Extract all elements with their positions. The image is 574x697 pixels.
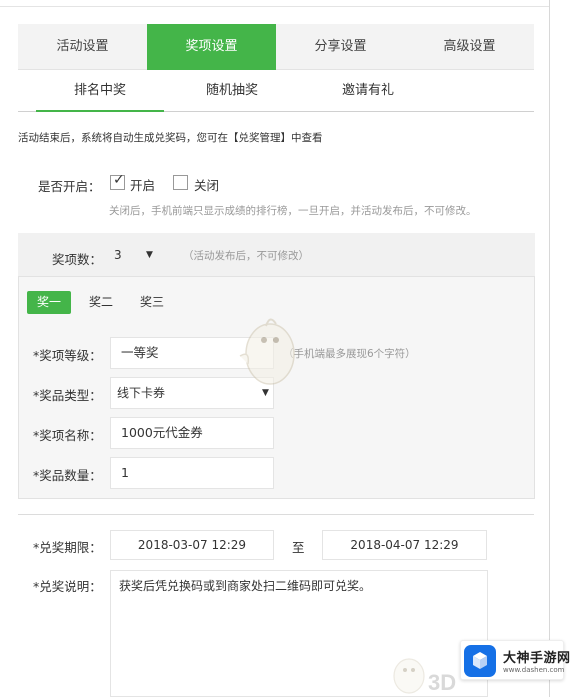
prize-type-label: *奖品类型： — [33, 388, 102, 403]
brand-badge: 大神手游网 www.dashen.com — [460, 640, 570, 680]
sub-tab-bar: 排名中奖 随机抽奖 邀请有礼 — [18, 70, 534, 112]
prize-type-value: 线下卡券 — [117, 386, 166, 400]
watermark-3d-text: 3D — [428, 670, 457, 695]
prize-count-label: 奖项数： — [52, 252, 103, 267]
chevron-down-icon: ▼ — [146, 250, 153, 260]
enable-off-label: 关闭 — [194, 178, 220, 193]
redeem-desc-label: *兑奖说明： — [33, 579, 102, 594]
redeem-to-label: 至 — [292, 540, 305, 555]
brand-site: www.dashen.com — [503, 666, 565, 674]
prize-name-input[interactable]: 1000元代金券 — [110, 417, 274, 449]
subtab-rank-prize[interactable]: 排名中奖 — [36, 70, 164, 112]
tab-prize-settings[interactable]: 奖项设置 — [147, 24, 276, 70]
section-divider — [18, 514, 534, 515]
enable-on-checkbox[interactable]: ✓ — [110, 172, 125, 190]
tab-share-settings[interactable]: 分享设置 — [276, 24, 405, 70]
prize-qty-input[interactable]: 1 — [110, 457, 274, 489]
prize-count-value: 3 — [114, 248, 122, 262]
subtab-random-draw[interactable]: 随机抽奖 — [168, 70, 296, 112]
prize-tab-1[interactable]: 奖一 — [27, 291, 71, 314]
tab-advanced-settings[interactable]: 高级设置 — [405, 24, 534, 70]
top-border — [0, 6, 549, 7]
main-tab-bar: 活动设置 奖项设置 分享设置 高级设置 — [18, 24, 534, 70]
watermark-bird-small-icon — [393, 658, 425, 694]
watermark-bird-icon — [239, 318, 295, 385]
prize-count-select[interactable]: 3 ▼ — [110, 246, 158, 266]
prize-tab-2[interactable]: 奖二 — [81, 291, 121, 314]
enable-on-label: 开启 — [130, 178, 156, 193]
enable-off-checkbox[interactable] — [173, 175, 188, 190]
subtab-invite-gift[interactable]: 邀请有礼 — [304, 70, 432, 112]
redeem-end-date[interactable]: 2018-04-07 12:29 — [322, 530, 487, 560]
brand-logo-icon — [464, 645, 496, 677]
prize-level-label: *奖项等级： — [33, 348, 102, 363]
prize-qty-label: *奖品数量： — [33, 468, 102, 483]
redeem-start-date[interactable]: 2018-03-07 12:29 — [110, 530, 274, 560]
check-icon: ✓ — [113, 172, 125, 188]
enable-hint: 关闭后，手机前端只显示成绩的排行榜，一旦开启，并活动发布后，不可修改。 — [109, 205, 477, 217]
enable-label: 是否开启： — [38, 179, 101, 194]
redeem-notice: 活动结束后，系统将自动生成兑奖码，您可在【兑奖管理】中查看 — [18, 132, 323, 144]
redeem-period-label: *兑奖期限： — [33, 540, 102, 555]
brand-name: 大神手游网 — [503, 651, 571, 666]
tab-activity-settings[interactable]: 活动设置 — [18, 24, 147, 70]
right-border — [549, 0, 550, 697]
prize-tab-3[interactable]: 奖三 — [132, 291, 172, 314]
prize-name-label: *奖项名称： — [33, 428, 102, 443]
prize-level-hint: （手机端最多展现6个字符） — [283, 348, 416, 360]
prize-count-hint: （活动发布后，不可修改） — [183, 250, 309, 262]
